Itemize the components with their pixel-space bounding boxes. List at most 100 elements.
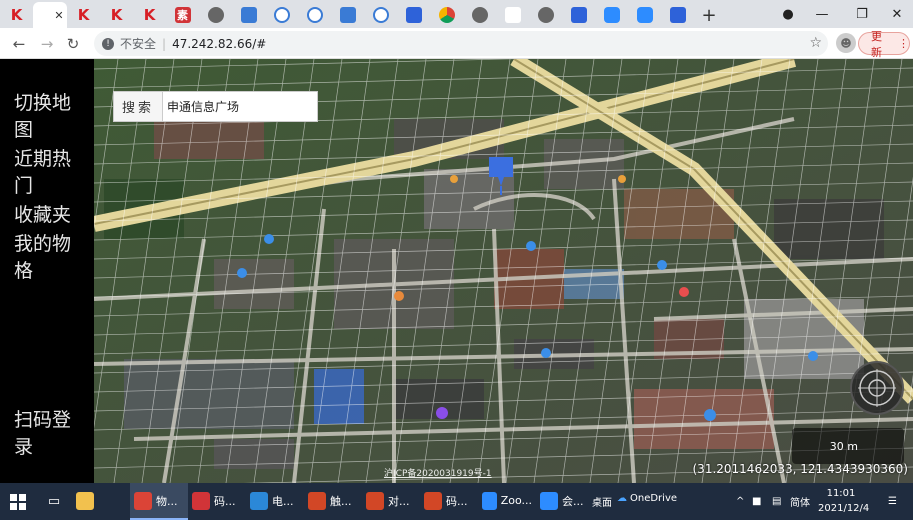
taskbar-item[interactable]: Zoo... — [478, 483, 536, 520]
back-icon[interactable]: ← — [8, 33, 30, 55]
scan-login-link[interactable]: 扫码登录 — [14, 407, 84, 461]
system-clock[interactable]: 11:01 2021/12/4 — [818, 486, 869, 516]
network-icon[interactable]: ▤ — [772, 483, 781, 520]
blue-app-icon — [339, 7, 356, 23]
map-pin-icon — [504, 7, 521, 23]
ppt-icon — [308, 491, 326, 510]
browser-tab[interactable] — [463, 2, 496, 28]
address-separator: | — [162, 36, 167, 51]
sidebar-item-my-grid[interactable]: 我的物格 — [14, 231, 84, 285]
taskbar-item[interactable]: 码... — [188, 483, 246, 520]
minimize-icon[interactable]: — — [805, 0, 839, 28]
pdf-icon: 素 — [174, 7, 191, 23]
chrome-icon — [438, 7, 455, 23]
browser-tab[interactable] — [661, 2, 694, 28]
browser-toolbar: ← → ↻ ! 不安全 | 47.242.82.66/# ☆ ☻ 更新 ⋮ — [0, 28, 913, 59]
sidebar-item-favorites[interactable]: 收藏夹 — [14, 202, 84, 229]
ring-icon — [306, 7, 323, 23]
taskbar-item-label: 电... — [272, 494, 294, 508]
paw-icon — [669, 7, 686, 23]
profile-avatar[interactable]: ☻ — [836, 33, 856, 53]
more-menu-icon: ⋮ — [898, 37, 909, 50]
browser-tab[interactable]: K — [100, 2, 133, 28]
forward-icon[interactable]: → — [36, 33, 58, 55]
zoom-icon — [482, 491, 497, 510]
k-icon: K — [110, 6, 123, 24]
browser-tab[interactable] — [199, 2, 232, 28]
browser-tab[interactable]: K — [133, 2, 166, 28]
update-button[interactable]: 更新 ⋮ — [858, 30, 910, 59]
scale-label: 30 m — [829, 439, 858, 453]
satellite-map[interactable] — [94, 59, 913, 483]
tray-expand-icon[interactable]: ^ — [736, 483, 744, 520]
task-view-icon[interactable]: ▭ — [36, 483, 72, 520]
ring-icon — [273, 7, 290, 23]
zoom-icon — [636, 7, 653, 23]
browser-tab[interactable] — [529, 2, 562, 28]
close-window-icon[interactable]: ✕ — [880, 0, 913, 28]
browser-tab[interactable] — [232, 2, 265, 28]
sidebar-item-switch-map[interactable]: 切换地图 — [14, 90, 84, 144]
taskbar-item[interactable]: 码... — [420, 483, 478, 520]
browser-tab[interactable]: K — [67, 2, 100, 28]
restore-icon[interactable]: ❐ — [845, 0, 879, 28]
k-icon: K — [143, 6, 156, 24]
browser-tab[interactable]: 素 — [166, 2, 199, 28]
desktop-label[interactable]: 桌面 — [592, 483, 612, 520]
tray-app-icon[interactable]: ■ — [752, 483, 761, 520]
browser-tab[interactable] — [265, 2, 298, 28]
explorer-icon — [76, 491, 94, 510]
taskbar-item[interactable]: 会... — [536, 483, 594, 520]
coordinate-readout: (31.2011462033, 121.4343930360) — [692, 462, 909, 476]
browser-tab[interactable]: K — [0, 2, 33, 28]
taskbar-item[interactable]: 电... — [246, 483, 304, 520]
taskbar-item-label: 触... — [330, 494, 352, 508]
onedrive-label[interactable]: ☁ OneDrive — [617, 480, 677, 517]
sidebar: 切换地图 近期热门 收藏夹 我的物格 扫码登录 — [0, 59, 94, 483]
taskbar-item[interactable] — [72, 483, 130, 520]
compass-icon — [858, 369, 896, 407]
profile-menu-icon[interactable]: ● — [771, 0, 805, 28]
notification-icon[interactable]: ☰ — [888, 483, 897, 520]
taskbar-item-label: 物... — [156, 494, 178, 508]
pdf-icon — [192, 491, 210, 510]
browser-tab[interactable]: ↑ ✕ — [33, 2, 67, 28]
browser-tab[interactable] — [298, 2, 331, 28]
ime-label[interactable]: 简体 — [790, 483, 810, 520]
browser-tab[interactable] — [496, 2, 529, 28]
ppt-icon — [366, 491, 384, 510]
ring-icon — [372, 7, 389, 23]
blank-icon: ↑ — [39, 8, 49, 22]
taskbar-item[interactable]: 对... — [362, 483, 420, 520]
search-button[interactable]: 搜索 — [114, 92, 163, 121]
taskbar-item-label: 码... — [446, 494, 468, 508]
scale-control: 30 m — [792, 428, 904, 464]
taskbar-item[interactable]: 触... — [304, 483, 362, 520]
globe-icon — [471, 7, 488, 23]
update-label: 更新 — [871, 29, 882, 59]
icp-link[interactable]: 沪ICP备2020031919号-1 — [384, 466, 492, 479]
bookmark-star-icon[interactable]: ☆ — [809, 35, 822, 51]
paw-icon — [570, 7, 587, 23]
windows-start-icon[interactable] — [0, 483, 36, 520]
sidebar-item-trending[interactable]: 近期热门 — [14, 146, 84, 200]
paw-icon — [405, 7, 422, 23]
reload-icon[interactable]: ↻ — [62, 33, 84, 55]
taskbar-item[interactable]: 物... — [130, 483, 188, 520]
browser-tab[interactable] — [331, 2, 364, 28]
browser-tab[interactable] — [595, 2, 628, 28]
browser-tab[interactable] — [562, 2, 595, 28]
browser-tab[interactable] — [430, 2, 463, 28]
blue-app-icon — [240, 7, 257, 23]
chrome-icon — [134, 491, 152, 510]
search-input[interactable] — [163, 92, 317, 121]
browser-tab[interactable] — [364, 2, 397, 28]
new-tab-button[interactable]: + — [694, 2, 724, 28]
address-bar[interactable]: ! 不安全 | 47.242.82.66/# ☆ — [94, 31, 828, 56]
tab-close-icon[interactable]: ✕ — [54, 9, 63, 22]
taskbar-item-label: Zoo... — [500, 494, 532, 507]
browser-tab[interactable] — [397, 2, 430, 28]
browser-tab[interactable] — [628, 2, 661, 28]
compass-control[interactable] — [850, 361, 904, 415]
cloud-icon: ☁ — [617, 493, 627, 504]
